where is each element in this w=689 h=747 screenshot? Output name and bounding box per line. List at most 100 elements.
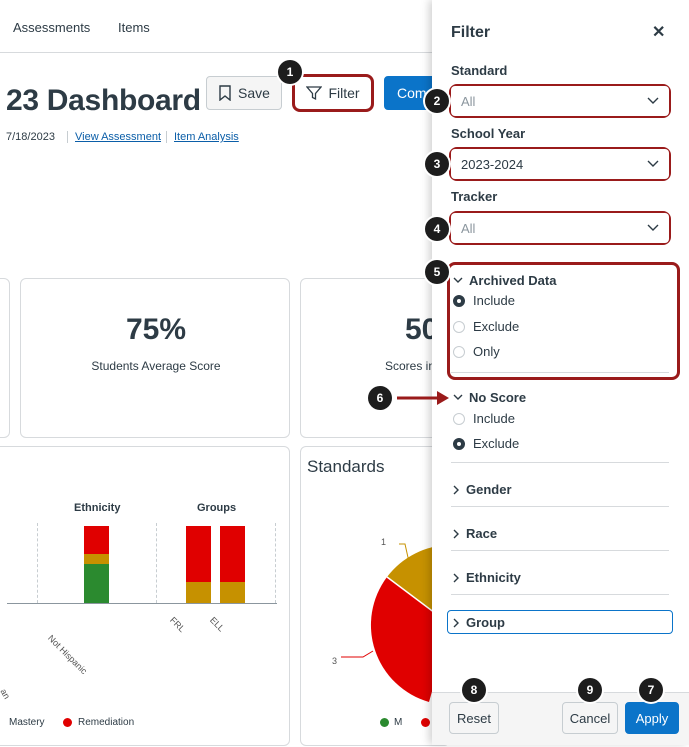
chevron-down-icon <box>647 224 659 231</box>
section-label: Gender <box>466 482 512 497</box>
callout-badge: 5 <box>425 260 449 284</box>
school-year-select[interactable]: 2023-2024 <box>451 149 669 179</box>
compare-label: Com <box>397 85 427 101</box>
bar-segment-near <box>186 582 211 603</box>
option-label: Only <box>473 344 500 359</box>
funnel-icon <box>306 86 323 101</box>
filter-button[interactable]: Filter <box>296 78 370 108</box>
chevron-down-icon <box>647 97 659 104</box>
item-analysis-link[interactable]: Item Analysis <box>174 131 239 143</box>
section-label: Ethnicity <box>466 570 521 585</box>
tracker-value: All <box>461 220 476 236</box>
stat-value: 75% <box>125 313 187 346</box>
no-score-toggle[interactable]: No Score <box>453 390 526 405</box>
x-tick-label: an <box>0 687 13 701</box>
legend-dot-remediation <box>63 718 72 727</box>
callout-badge: 8 <box>462 678 486 702</box>
archived-data-label: Archived Data <box>469 273 557 288</box>
divider <box>451 462 669 463</box>
race-toggle[interactable]: Race <box>453 526 497 541</box>
gender-toggle[interactable]: Gender <box>453 482 512 497</box>
no-score-include-radio[interactable]: Include <box>453 411 515 426</box>
ethnicity-heading: Ethnicity <box>74 502 121 514</box>
cancel-button[interactable]: Cancel <box>562 702 618 734</box>
legend-dot-mastery <box>380 718 389 727</box>
legend-m: M <box>394 717 403 728</box>
nav-items[interactable]: Items <box>118 20 150 35</box>
bar-segment-remediation <box>84 526 109 554</box>
chevron-right-icon <box>453 618 459 627</box>
reset-button[interactable]: Reset <box>449 702 499 734</box>
grid-line <box>156 523 158 603</box>
radio-unselected <box>453 320 465 333</box>
callout-badge: 9 <box>578 678 602 702</box>
stat-card-scores: 50 Scores in <box>300 278 450 438</box>
option-label: Exclude <box>473 436 520 451</box>
standard-value: All <box>461 93 476 109</box>
close-icon[interactable]: ✕ <box>652 22 665 42</box>
callout-badge: 7 <box>639 678 663 702</box>
archived-include-radio[interactable]: Include <box>453 293 515 308</box>
tracker-label: Tracker <box>451 189 498 204</box>
panel-title: Filter <box>451 24 491 41</box>
page-title: 23 Dashboard <box>6 84 201 117</box>
nav-assessments[interactable]: Assessments <box>13 20 90 35</box>
stat-label: Scores in <box>385 359 436 373</box>
divider <box>451 594 669 595</box>
archived-data-toggle[interactable]: Archived Data <box>453 273 556 288</box>
callout-badge: 3 <box>425 152 449 176</box>
chevron-down-icon <box>453 394 463 400</box>
chevron-right-icon <box>453 485 459 494</box>
legend-mastery: Mastery <box>9 717 45 728</box>
radio-selected <box>453 437 465 450</box>
bar-segment-remediation <box>186 526 211 582</box>
standards-pie <box>341 543 451 702</box>
stat-label: Students Average Score <box>91 359 221 373</box>
radio-unselected <box>453 345 465 358</box>
slice-label: 3 <box>332 656 338 666</box>
x-axis <box>7 603 277 604</box>
meta-divider <box>67 131 68 143</box>
x-tick-label: ELL <box>207 615 227 634</box>
section-label: Race <box>466 526 498 541</box>
tracker-select[interactable]: All <box>451 213 669 243</box>
view-assessment-link[interactable]: View Assessment <box>75 131 161 143</box>
bar-segment-mastery <box>84 564 109 603</box>
bookmark-icon <box>219 85 231 101</box>
stat-card-average: 75% Students Average Score <box>20 278 290 438</box>
groups-heading: Groups <box>197 502 237 514</box>
callout-arrow-no-score <box>397 391 449 405</box>
save-button[interactable]: Save <box>206 76 282 110</box>
standard-select[interactable]: All <box>451 86 669 116</box>
callout-badge: 2 <box>425 89 449 113</box>
callout-badge: 4 <box>425 217 449 241</box>
option-label: Include <box>473 411 515 426</box>
bar-segment-near <box>84 554 109 564</box>
divider <box>451 550 669 551</box>
archived-only-radio[interactable]: Only <box>453 344 500 359</box>
apply-button[interactable]: Apply <box>625 702 679 734</box>
filter-label: Filter <box>328 85 360 101</box>
radio-unselected <box>453 412 465 425</box>
no-score-label: No Score <box>469 390 527 405</box>
standards-chart-card: Standards 1 3 M <box>300 446 451 746</box>
slice-label: 1 <box>381 537 387 547</box>
demographics-chart-card: Ethnicity Groups Not Hispanic FRL ELL an… <box>0 446 290 746</box>
callout-badge: 6 <box>368 386 392 410</box>
option-label: Exclude <box>473 319 520 334</box>
legend-dot-remediation <box>421 718 430 727</box>
x-tick-label: Not Hispanic <box>45 633 90 677</box>
standard-label: Standard <box>451 63 508 78</box>
save-label: Save <box>238 85 270 101</box>
chevron-down-icon <box>453 277 463 283</box>
ethnicity-toggle[interactable]: Ethnicity <box>453 570 521 585</box>
radio-selected <box>453 294 465 307</box>
filter-panel: Filter ✕ Standard All School Year 2023-2… <box>432 0 689 745</box>
x-tick-label: FRL <box>167 615 188 635</box>
no-score-exclude-radio[interactable]: Exclude <box>453 436 519 451</box>
legend-remediation: Remediation <box>78 717 135 728</box>
archived-exclude-radio[interactable]: Exclude <box>453 319 519 334</box>
group-toggle[interactable]: Group <box>453 615 505 630</box>
callout-badge: 1 <box>278 60 302 84</box>
stat-card-partial <box>0 278 10 438</box>
